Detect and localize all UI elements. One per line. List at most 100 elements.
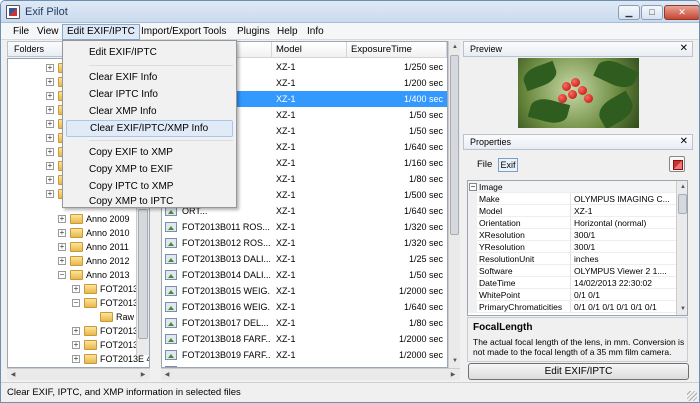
menu-item-copy-iptc-to-xmp[interactable]: Copy IPTC to XMP [66, 178, 233, 195]
edit-exif-iptc-button[interactable]: Edit EXIF/IPTC [468, 363, 689, 380]
scroll-right-icon[interactable]: ▶ [447, 369, 459, 381]
tree-item-fot2013b[interactable]: − FOT2013B N [8, 296, 149, 310]
expand-icon[interactable]: + [72, 341, 80, 349]
property-value: OLYMPUS Viewer 2 1.... [574, 266, 667, 276]
property-row[interactable]: XResolution 300/1 [468, 229, 676, 241]
tree-item-anno-2013[interactable]: − Anno 2013 [8, 268, 138, 282]
expand-icon[interactable]: + [72, 355, 80, 363]
close-button[interactable]: ✕ [664, 5, 699, 20]
tree-item-anno-2009[interactable]: + Anno 2009 [8, 212, 138, 226]
tab-exif[interactable]: Exif [498, 158, 518, 172]
property-row[interactable]: ResolutionUnit inches [468, 253, 676, 265]
edit-properties-icon[interactable] [669, 156, 685, 172]
tree-item-anno-2011[interactable]: + Anno 2011 [8, 240, 138, 254]
expand-icon[interactable]: + [46, 78, 54, 86]
tree-item-fot2013d[interactable]: + FOT2013D C [8, 338, 149, 352]
scrollbar-thumb[interactable] [450, 55, 459, 235]
row-gutter [468, 289, 477, 301]
collapse-icon[interactable]: − [58, 271, 66, 279]
property-row[interactable]: Model XZ-1 [468, 205, 676, 217]
expand-icon[interactable]: + [72, 285, 80, 293]
scroll-up-icon[interactable]: ▲ [677, 181, 687, 193]
property-row[interactable]: Make OLYMPUS IMAGING C... [468, 193, 676, 205]
collapse-icon[interactable]: − [469, 183, 477, 191]
file-row[interactable]: FOT2013B011 ROS... XZ-1 1/320 sec [162, 219, 447, 235]
property-row[interactable]: Orientation Horizontal (normal) [468, 217, 676, 229]
expand-icon[interactable]: + [58, 243, 66, 251]
property-row[interactable]: YResolution 300/1 [468, 241, 676, 253]
expand-icon[interactable]: + [46, 176, 54, 184]
scroll-left-icon[interactable]: ◀ [161, 369, 173, 381]
filelist-horizontal-scrollbar[interactable]: ◀ ▶ [161, 368, 460, 380]
property-group-header[interactable]: − Image [468, 181, 676, 193]
property-row[interactable]: Software OLYMPUS Viewer 2 1.... [468, 265, 676, 277]
expand-icon[interactable]: + [46, 148, 54, 156]
properties-grid[interactable]: − Image Make OLYMPUS IMAGING C... Model XZ-… [467, 180, 688, 316]
menu-item-copy-xmp-to-exif[interactable]: Copy XMP to EXIF [66, 161, 233, 178]
column-header-model[interactable]: Model [272, 42, 347, 58]
menu-item-copy-exif-to-xmp[interactable]: Copy EXIF to XMP [66, 144, 233, 161]
filelist-vertical-scrollbar[interactable]: ▲ ▼ [448, 41, 460, 368]
close-icon[interactable]: ✕ [680, 135, 688, 149]
menu-file[interactable]: File [9, 25, 33, 39]
tree-item-fot2013c[interactable]: + FOT2013C G [8, 324, 149, 338]
scroll-down-icon[interactable]: ▼ [449, 355, 461, 367]
menu-info[interactable]: Info [303, 25, 328, 39]
menu-tools[interactable]: Tools [199, 25, 230, 39]
menu-plugins[interactable]: Plugins [233, 25, 274, 39]
row-gutter [468, 301, 477, 313]
menu-item-clear-exif-iptc-xmp-info[interactable]: Clear EXIF/IPTC/XMP Info [66, 120, 233, 137]
menu-item-edit-exif-iptc[interactable]: Edit EXIF/IPTC [66, 44, 233, 61]
menu-edit-exif-iptc[interactable]: Edit EXIF/IPTC [62, 24, 140, 40]
expand-icon[interactable]: + [46, 64, 54, 72]
minimize-button[interactable]: ▁ [618, 5, 640, 20]
menu-item-clear-exif-info[interactable]: Clear EXIF Info [66, 69, 233, 86]
menu-view[interactable]: View [33, 25, 63, 39]
expand-icon[interactable]: + [46, 92, 54, 100]
menu-item-copy-xmp-to-iptc[interactable]: Copy XMP to IPTC [66, 195, 233, 208]
file-row[interactable]: FOT2013B016 WEIG... XZ-1 1/640 sec [162, 299, 447, 315]
resize-grip-icon[interactable] [687, 391, 697, 401]
file-row[interactable]: FOT2013B018 FARF... XZ-1 1/2000 sec [162, 331, 447, 347]
properties-scrollbar[interactable]: ▲ ▼ [676, 181, 687, 315]
menu-item-clear-iptc-info[interactable]: Clear IPTC Info [66, 86, 233, 103]
menu-item-clear-xmp-info[interactable]: Clear XMP Info [66, 103, 233, 120]
file-row[interactable]: FOT2013B019 FARF... XZ-1 1/2000 sec [162, 347, 447, 363]
expand-icon[interactable]: + [72, 327, 80, 335]
scroll-left-icon[interactable]: ◀ [7, 369, 19, 381]
scroll-up-icon[interactable]: ▲ [449, 41, 461, 53]
expand-icon[interactable]: + [46, 190, 54, 198]
collapse-icon[interactable]: − [72, 299, 80, 307]
expand-icon[interactable]: + [46, 106, 54, 114]
tree-item-fot2013a[interactable]: + FOT2013A F [8, 282, 149, 296]
file-row[interactable]: FOT2013B017 DEL... XZ-1 1/80 sec [162, 315, 447, 331]
tree-item-anno-2010[interactable]: + Anno 2010 [8, 226, 138, 240]
scrollbar-thumb[interactable] [678, 194, 687, 214]
property-row[interactable]: WhitePoint 0/1 0/1 [468, 289, 676, 301]
file-row[interactable]: FOT2013B014 DALI... XZ-1 1/50 sec [162, 267, 447, 283]
file-row[interactable]: FOT2013B015 WEIG... XZ-1 1/2000 sec [162, 283, 447, 299]
file-row[interactable]: FOT2013B012 ROS... XZ-1 1/320 sec [162, 235, 447, 251]
expand-icon[interactable]: + [58, 257, 66, 265]
tree-item-fot2013e[interactable]: + FOT2013E 4 [8, 352, 149, 366]
tree-item-anno-2012[interactable]: + Anno 2012 [8, 254, 138, 268]
maximize-button[interactable]: □ [641, 5, 663, 20]
property-row[interactable]: DateTime 14/02/2013 22:30:02 [468, 277, 676, 289]
expand-icon[interactable]: + [46, 120, 54, 128]
expand-icon[interactable]: + [58, 215, 66, 223]
file-label: File [477, 159, 493, 170]
column-header-exposuretime[interactable]: ExposureTime [347, 42, 447, 58]
scroll-down-icon[interactable]: ▼ [677, 303, 687, 315]
close-icon[interactable]: ✕ [680, 42, 688, 56]
tree-item-raw[interactable]: Raw [8, 310, 145, 324]
property-row[interactable]: PrimaryChromaticities 0/1 0/1 0/1 0/1 0/1… [468, 301, 676, 313]
scroll-right-icon[interactable]: ▶ [137, 369, 149, 381]
menu-import-export[interactable]: Import/Export [137, 25, 205, 39]
expand-icon[interactable]: + [46, 162, 54, 170]
file-row[interactable]: FOT2013B013 DALI... XZ-1 1/25 sec [162, 251, 447, 267]
expand-icon[interactable]: + [58, 229, 66, 237]
folder-horizontal-scrollbar[interactable]: ◀ ▶ [7, 368, 150, 380]
expand-icon[interactable]: + [46, 134, 54, 142]
scrollbar-thumb[interactable] [138, 209, 148, 339]
menu-help[interactable]: Help [273, 25, 302, 39]
